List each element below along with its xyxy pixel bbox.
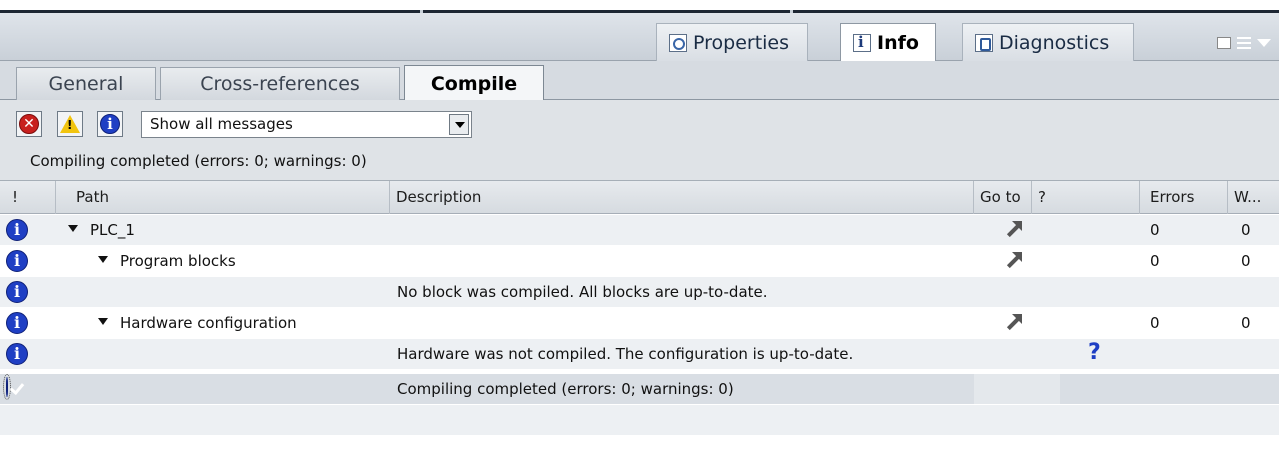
check-circle-icon <box>3 374 11 400</box>
filter-toolbar: ✕ i Show all messages <box>0 100 1279 146</box>
show-errors-button[interactable]: ✕ <box>16 111 42 137</box>
row-warnings: 0 <box>1241 252 1251 270</box>
table-row[interactable]: i No block was compiled. All blocks are … <box>0 277 1279 307</box>
row-warnings: 0 <box>1241 314 1251 332</box>
warning-icon <box>60 115 80 133</box>
inspector-header: Properties Info Diagnostics <box>0 13 1279 61</box>
window-top-border <box>0 0 1279 14</box>
error-icon: ✕ <box>19 114 39 134</box>
menu-icon[interactable] <box>1237 37 1251 49</box>
tab-diagnostics-label: Diagnostics <box>999 31 1110 54</box>
properties-icon <box>669 33 687 52</box>
expand-triangle-icon[interactable] <box>98 256 108 263</box>
help-icon[interactable]: ? <box>1088 340 1101 365</box>
col-warnings[interactable]: W... <box>1228 181 1279 214</box>
expand-triangle-icon[interactable] <box>98 318 108 325</box>
table-row[interactable]: i Hardware was not compiled. The configu… <box>0 339 1279 369</box>
tab-info-label: Info <box>877 31 919 54</box>
table-row[interactable]: i Hardware configuration 0 0 <box>0 308 1279 338</box>
row-errors: 0 <box>1150 314 1160 332</box>
compile-status-text: Compiling completed (errors: 0; warnings… <box>0 146 1279 180</box>
chevron-down-icon[interactable] <box>1257 39 1271 47</box>
info-icon: i <box>6 219 28 241</box>
col-help[interactable]: ? <box>1032 181 1140 214</box>
dropdown-arrow-icon[interactable] <box>449 114 469 135</box>
row-errors: 0 <box>1150 221 1160 239</box>
row-description: No block was compiled. All blocks are up… <box>397 283 768 301</box>
col-errors[interactable]: Errors <box>1140 181 1228 214</box>
tab-cross-references[interactable]: Cross-references <box>160 67 400 100</box>
row-description: Hardware was not compiled. The configura… <box>397 345 854 363</box>
table-row[interactable]: i Program blocks 0 0 <box>0 246 1279 276</box>
tab-properties-label: Properties <box>693 31 790 54</box>
row-path: PLC_1 <box>90 221 135 239</box>
row-errors: 0 <box>1150 252 1160 270</box>
messages-table-body: i PLC_1 0 0 i Program blocks 0 0 i No bl… <box>0 214 1279 473</box>
goto-arrow-icon[interactable] <box>1004 251 1024 271</box>
window-controls <box>1217 37 1271 49</box>
message-filter-select[interactable]: Show all messages <box>141 111 472 138</box>
table-row-selected[interactable]: Compiling completed (errors: 0; warnings… <box>0 374 1279 404</box>
messages-table-header: ! Path Description Go to ? Errors W... <box>0 180 1279 214</box>
col-goto[interactable]: Go to <box>974 181 1032 214</box>
info-icon <box>853 33 871 52</box>
diagnostics-icon <box>975 33 993 52</box>
tab-general[interactable]: General <box>16 67 156 100</box>
float-window-icon[interactable] <box>1217 37 1231 49</box>
tab-properties[interactable]: Properties <box>656 23 808 61</box>
col-description[interactable]: Description <box>390 181 974 214</box>
info-icon: i <box>6 312 28 334</box>
info-icon: i <box>6 343 28 365</box>
col-severity[interactable]: ! <box>0 181 56 214</box>
table-row[interactable]: i PLC_1 0 0 <box>0 215 1279 245</box>
goto-arrow-icon[interactable] <box>1004 313 1024 333</box>
show-info-button[interactable]: i <box>97 111 123 137</box>
goto-arrow-icon[interactable] <box>1004 220 1024 240</box>
row-description: Compiling completed (errors: 0; warnings… <box>397 380 734 398</box>
sub-tab-bar: General Cross-references Compile <box>0 61 1279 101</box>
info-icon: i <box>100 114 120 134</box>
tab-compile[interactable]: Compile <box>404 65 544 101</box>
tab-info[interactable]: Info <box>840 23 936 61</box>
message-filter-value: Show all messages <box>150 115 293 133</box>
row-path: Program blocks <box>120 252 236 270</box>
info-icon: i <box>6 250 28 272</box>
row-path: Hardware configuration <box>120 314 297 332</box>
tab-diagnostics[interactable]: Diagnostics <box>962 23 1134 61</box>
col-path[interactable]: Path <box>56 181 390 214</box>
row-warnings: 0 <box>1241 221 1251 239</box>
empty-row <box>0 405 1279 435</box>
info-icon: i <box>6 281 28 303</box>
expand-triangle-icon[interactable] <box>68 225 78 232</box>
show-warnings-button[interactable] <box>57 111 83 137</box>
